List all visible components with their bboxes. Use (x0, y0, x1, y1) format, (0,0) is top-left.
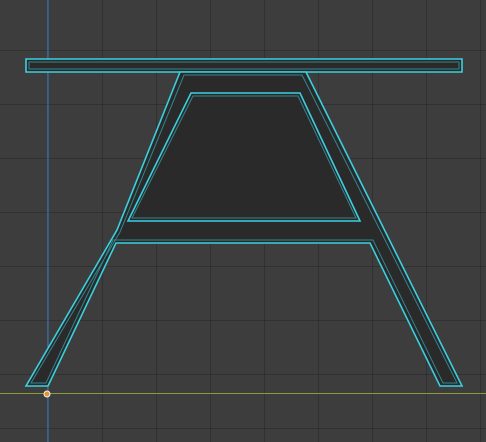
viewport-canvas[interactable] (0, 0, 486, 442)
object-origin-icon[interactable] (43, 390, 51, 398)
a-frame-table-mesh[interactable] (24, 58, 464, 387)
tabletop[interactable] (25, 58, 463, 73)
3d-viewport[interactable] (0, 0, 486, 442)
